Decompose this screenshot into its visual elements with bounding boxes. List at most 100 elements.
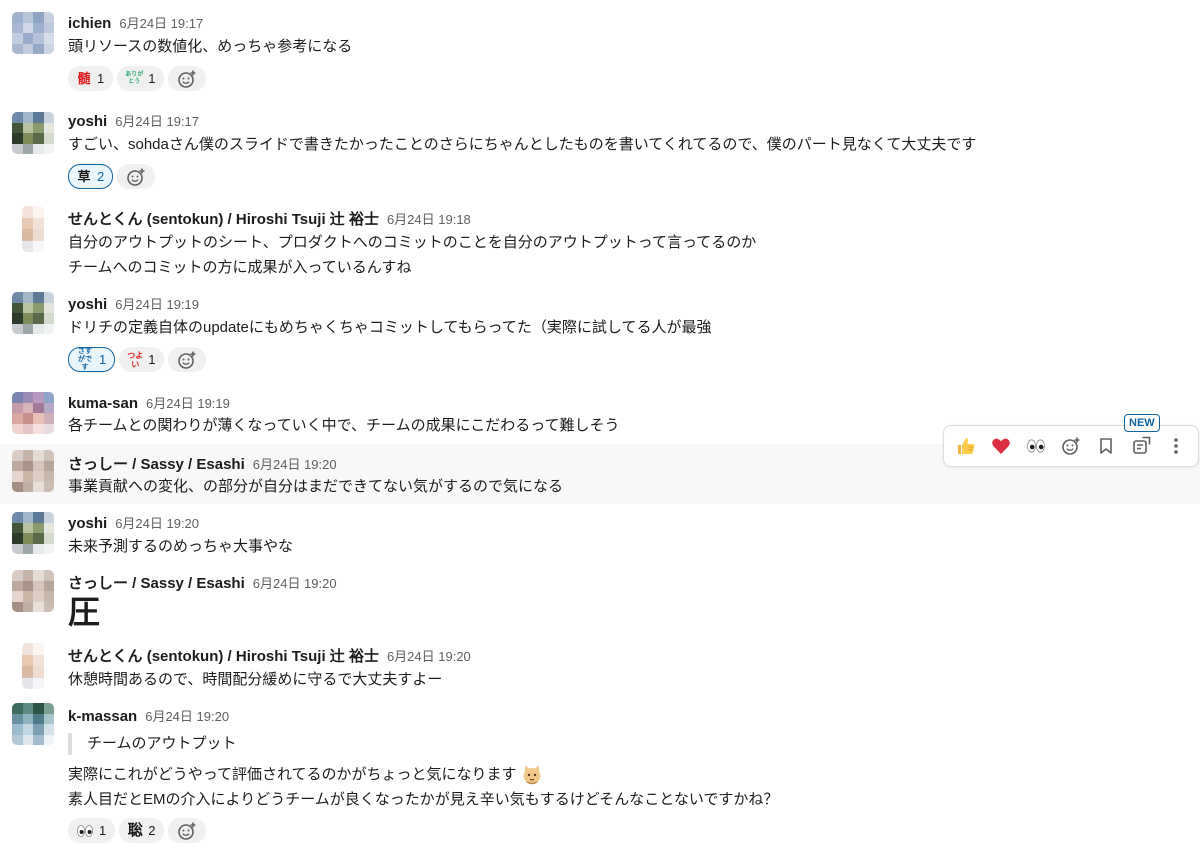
reaction-pill[interactable]: 草 2 (68, 164, 114, 189)
bookmark-icon (1100, 438, 1112, 454)
add-reaction-icon (178, 351, 196, 369)
timestamp[interactable]: 6月24日 19:18 (387, 209, 471, 228)
add-reaction-icon (1062, 437, 1080, 455)
timestamp[interactable]: 6月24日 19:17 (119, 13, 203, 32)
reaction-pill[interactable]: 聡 2 (119, 818, 165, 843)
avatar[interactable] (22, 206, 44, 252)
reminder-button[interactable] (1126, 431, 1156, 461)
reminder-icon (1133, 436, 1151, 454)
custom-emoji-icon: ありがとう (125, 71, 144, 85)
message-item: yoshi 6月24日 19:17 すごい、sohdaさん僕のスライドで書きたか… (0, 100, 1200, 200)
message-text: チームへのコミットの方に成果が入っているんすね (68, 259, 412, 276)
avatar[interactable] (12, 292, 54, 334)
timestamp[interactable]: 6月24日 19:20 (253, 454, 337, 473)
thumbsup-react-button[interactable] (951, 431, 981, 461)
avatar[interactable] (12, 570, 54, 612)
reaction-count: 2 (97, 169, 105, 184)
eyes-icon (1026, 439, 1045, 453)
reaction-bar: 1 聡 2 (68, 818, 207, 843)
sender-name[interactable]: ichien (68, 15, 111, 32)
timestamp[interactable]: 6月24日 19:20 (387, 646, 471, 665)
custom-emoji-icon: 聡 (127, 821, 143, 839)
message-item: yoshi 6月24日 19:20 未来予測するのめっちゃ大事やな (0, 504, 1200, 566)
more-icon (1174, 438, 1179, 454)
message-item: さっしー / Sassy / Esashi 6月24日 19:20 圧 (0, 566, 1200, 638)
message-text: 休憩時間あるので、時間配分緩めに守るで大丈夫すよー (68, 671, 443, 688)
message-item: せんとくん (sentokun) / Hiroshi Tsuji 辻 裕士 6月… (0, 638, 1200, 698)
message-text: 各チームとの関わりが薄くなっていく中で、チームの成果にこだわるって難しそう (68, 417, 620, 434)
message-text: すごい、sohdaさん僕のスライドで書きたかったことのさらにちゃんとしたものを書… (68, 136, 977, 153)
message-line: 実際にこれがどうやって評価されてるのかがちょっと気になります (68, 766, 517, 783)
sender-name[interactable]: yoshi (68, 515, 107, 532)
message-text: ドリチの定義自体のupdateにもめちゃくちゃコミットしてもらってた（実際に試し… (68, 319, 712, 336)
message-text: 自分のアウトプットのシート、プロダクトへのコミットのことを自分のアウトプットって… (68, 234, 757, 251)
avatar[interactable] (22, 643, 44, 689)
sender-name[interactable]: さっしー / Sassy / Esashi (68, 453, 245, 474)
reaction-count: 1 (99, 352, 107, 367)
add-reaction-button[interactable] (117, 164, 156, 189)
blockquote: チームのアウトプット (68, 733, 237, 755)
cat-emoji-icon (521, 764, 543, 786)
reaction-count: 1 (148, 352, 156, 367)
reaction-count: 1 (97, 71, 105, 86)
add-reaction-icon (178, 70, 196, 88)
reaction-pill[interactable]: つよい 1 (119, 347, 165, 372)
sender-name[interactable]: せんとくん (sentokun) / Hiroshi Tsuji 辻 裕士 (68, 208, 379, 229)
custom-emoji-icon: 髄 (77, 70, 91, 86)
message-text: 頭リソースの数値化、めっちゃ参考になる (68, 38, 353, 55)
sender-name[interactable]: せんとくん (sentokun) / Hiroshi Tsuji 辻 裕士 (68, 645, 379, 666)
message-text: 事業貢献への変化、の部分が自分はまだできてない気がするので気になる (68, 478, 564, 495)
new-badge: NEW (1124, 414, 1160, 432)
message-item: yoshi 6月24日 19:19 ドリチの定義自体のupdateにもめちゃくち… (0, 286, 1200, 386)
reaction-pill[interactable]: 1 (68, 818, 116, 843)
sender-name[interactable]: yoshi (68, 113, 107, 130)
add-reaction-button[interactable] (168, 66, 207, 91)
message-text: 実際にこれがどうやって評価されてるのかがちょっと気になります (68, 762, 543, 787)
more-actions-button[interactable] (1161, 431, 1191, 461)
sender-name[interactable]: さっしー / Sassy / Esashi (68, 572, 245, 593)
avatar[interactable] (12, 703, 54, 745)
reaction-pill[interactable]: ありがとう 1 (117, 66, 165, 91)
message-item: ichien 6月24日 19:17 頭リソースの数値化、めっちゃ参考になる 髄… (0, 0, 1200, 100)
reaction-bar: 髄 1 ありがとう 1 (68, 66, 207, 91)
timestamp[interactable]: 6月24日 19:20 (145, 706, 229, 725)
custom-emoji-icon: さすがです (78, 347, 92, 371)
sender-name[interactable]: kuma-san (68, 395, 138, 412)
custom-emoji-icon: つよい (127, 350, 144, 369)
message-text: 素人目だとEMの介入によりどうチームが良くなったかが見え辛い気もするけどそんなこ… (68, 791, 779, 808)
avatar[interactable] (12, 450, 54, 492)
avatar[interactable] (12, 512, 54, 554)
avatar[interactable] (12, 392, 54, 434)
avatar[interactable] (12, 112, 54, 154)
thumbsup-icon (957, 438, 974, 454)
reaction-pill[interactable]: さすがです 1 (68, 347, 116, 372)
timestamp[interactable]: 6月24日 19:17 (115, 111, 199, 130)
eyes-icon (75, 822, 95, 840)
eyes-react-button[interactable] (1021, 431, 1051, 461)
message-actions-toolbar (943, 425, 1199, 467)
message-text: 未来予測するのめっちゃ大事やな (68, 538, 294, 555)
sender-name[interactable]: k-massan (68, 708, 137, 725)
add-reaction-button[interactable] (168, 347, 207, 372)
add-reaction-button[interactable] (1056, 431, 1086, 461)
custom-emoji-icon: 草 (77, 168, 91, 184)
add-reaction-button[interactable] (168, 818, 207, 843)
sender-name[interactable]: yoshi (68, 296, 107, 313)
timestamp[interactable]: 6月24日 19:20 (253, 573, 337, 592)
message-text: 圧 (68, 594, 101, 630)
timestamp[interactable]: 6月24日 19:20 (115, 513, 199, 532)
timestamp[interactable]: 6月24日 19:19 (115, 294, 199, 313)
heart-react-button[interactable] (986, 431, 1016, 461)
message-item: せんとくん (sentokun) / Hiroshi Tsuji 辻 裕士 6月… (0, 200, 1200, 286)
add-reaction-icon (178, 822, 196, 840)
avatar[interactable] (12, 12, 54, 54)
message-item: k-massan 6月24日 19:20 チームのアウトプット 実際にこれがどう… (0, 698, 1200, 853)
timestamp[interactable]: 6月24日 19:19 (146, 393, 230, 412)
reaction-count: 2 (148, 823, 156, 838)
reaction-bar: 草 2 (68, 164, 156, 189)
reaction-count: 1 (148, 71, 156, 86)
reaction-pill[interactable]: 髄 1 (68, 66, 114, 91)
save-button[interactable] (1091, 431, 1121, 461)
reaction-count: 1 (99, 823, 107, 838)
heart-icon (991, 438, 1010, 454)
